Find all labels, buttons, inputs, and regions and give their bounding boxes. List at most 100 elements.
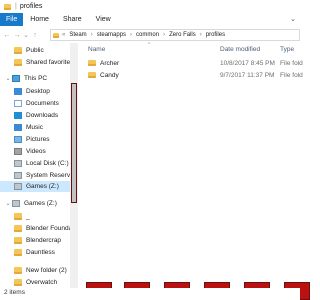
nav-item-underscore[interactable]: _: [14, 211, 30, 222]
up-button[interactable]: ↑: [30, 32, 40, 39]
nav-item-label: This PC: [24, 75, 48, 82]
computer-icon: [12, 75, 20, 82]
nav-item-new-folder-2[interactable]: New folder (2): [14, 265, 67, 276]
nav-item-documents[interactable]: Documents: [14, 98, 59, 109]
pictures-icon: [14, 136, 22, 143]
nav-item-games-z-root[interactable]: ⌄ Games (Z:): [4, 198, 57, 209]
breadcrumb-steam[interactable]: Steam: [69, 32, 86, 38]
chevron-down-icon[interactable]: ⌄: [4, 75, 12, 82]
videos-icon: [14, 148, 22, 155]
nav-item-dauntless[interactable]: Dauntless: [14, 247, 55, 258]
back-button[interactable]: ←: [2, 32, 12, 39]
drive-icon: [14, 160, 22, 167]
folder-icon: [14, 237, 22, 244]
tab-file[interactable]: File: [0, 13, 24, 26]
quick-access-folder-icon[interactable]: [4, 3, 11, 10]
file-list-header: ^ Name Date modified Type: [84, 42, 300, 55]
breadcrumb-steamapps[interactable]: steamapps: [97, 32, 126, 38]
folder-icon: [53, 32, 59, 38]
nav-item-blender-foundation[interactable]: Blender Foundat: [14, 223, 74, 234]
forward-button[interactable]: →: [12, 32, 22, 39]
breadcrumb-separator: ›: [163, 32, 166, 38]
tab-view[interactable]: View: [89, 13, 118, 26]
folder-icon: [14, 249, 22, 256]
tab-home[interactable]: Home: [23, 13, 56, 26]
folder-icon: [14, 213, 22, 220]
file-type: File fold: [280, 59, 303, 67]
navigation-pane: Public Shared favorites ⌄ This PC Deskto…: [0, 43, 78, 288]
file-type: File fold: [280, 71, 303, 79]
nav-item-label: _: [26, 213, 30, 220]
nav-item-public[interactable]: Public: [14, 45, 44, 56]
nav-item-local-disk-c[interactable]: Local Disk (C:): [14, 158, 69, 169]
nav-item-pictures[interactable]: Pictures: [14, 134, 49, 145]
breadcrumb-profiles[interactable]: profiles: [206, 32, 225, 38]
music-icon: [14, 124, 22, 131]
recent-locations-icon[interactable]: ⌄: [22, 31, 30, 39]
scrollbar-thumb[interactable]: [71, 83, 77, 203]
breadcrumb-common[interactable]: common: [136, 32, 159, 38]
address-bar[interactable]: « Steam › steamapps › common › Zero Fall…: [50, 29, 300, 41]
nav-item-label: Public: [26, 47, 44, 54]
nav-item-label: Games (Z:): [26, 183, 59, 190]
folder-icon: [88, 60, 96, 66]
breadcrumb-separator: ›: [130, 32, 133, 38]
nav-item-label: Videos: [26, 148, 46, 155]
file-date: 10/8/2017 8:45 PM: [220, 59, 275, 67]
downloads-icon: [14, 112, 22, 119]
folder-icon: [14, 59, 22, 66]
sort-indicator-icon: ^: [148, 42, 151, 48]
overflow-chevron-icon[interactable]: «: [62, 32, 65, 38]
breadcrumb-zero-falls[interactable]: Zero Falls: [169, 32, 196, 38]
expand-ribbon-icon[interactable]: ⌄: [290, 13, 296, 26]
ribbon-tabs: File Home Share View ⌄: [0, 13, 300, 26]
folder-icon: [14, 267, 22, 274]
nav-item-shared-favorites[interactable]: Shared favorites: [14, 57, 73, 68]
nav-item-downloads[interactable]: Downloads: [14, 110, 58, 121]
file-name: Candy: [100, 71, 119, 79]
window-title: profiles: [19, 3, 43, 10]
chevron-down-icon[interactable]: ⌄: [4, 200, 12, 207]
tab-share[interactable]: Share: [56, 13, 89, 26]
nav-item-this-pc[interactable]: ⌄ This PC: [4, 73, 47, 84]
nav-item-music[interactable]: Music: [14, 122, 43, 133]
desktop-icon: [14, 88, 22, 95]
nav-item-label: Desktop: [26, 88, 50, 95]
nav-item-label: Overwatch: [26, 279, 58, 286]
file-name: Archer: [100, 59, 120, 67]
breadcrumb-separator: ›: [199, 32, 202, 38]
file-date: 9/7/2017 11:37 PM: [220, 71, 275, 79]
navigation-bar: ← → ⌄ ↑ « Steam › steamapps › common › Z…: [0, 28, 300, 42]
file-row[interactable]: Archer 10/8/2017 8:45 PM File fold: [84, 58, 303, 68]
nav-item-videos[interactable]: Videos: [14, 146, 46, 157]
nav-item-label: Documents: [26, 100, 59, 107]
nav-pane-scrollbar[interactable]: [70, 43, 78, 288]
drive-icon: [14, 172, 22, 179]
column-header-date-modified[interactable]: Date modified: [220, 46, 260, 53]
column-header-name[interactable]: Name: [88, 46, 105, 53]
nav-item-label: Games (Z:): [24, 200, 57, 207]
nav-item-label: Music: [26, 124, 43, 131]
nav-item-overwatch[interactable]: Overwatch: [14, 277, 57, 288]
folder-icon: [14, 47, 22, 54]
nav-item-blendercrap[interactable]: Blendercrap: [14, 235, 61, 246]
file-row[interactable]: Candy 9/7/2017 11:37 PM File fold: [84, 70, 303, 80]
nav-item-label: Pictures: [26, 136, 50, 143]
column-header-type[interactable]: Type: [280, 46, 294, 53]
status-bar: 2 items: [0, 288, 300, 300]
nav-item-label: Local Disk (C:): [26, 160, 69, 167]
drive-icon: [12, 200, 20, 207]
nav-item-label: Dauntless: [26, 249, 55, 256]
item-count: 2 items: [4, 289, 25, 296]
folder-icon: [14, 225, 22, 232]
nav-item-label: Downloads: [26, 112, 59, 119]
title-bar: | profiles: [0, 0, 300, 13]
nav-item-system-reserved[interactable]: System Reserved: [14, 170, 77, 181]
folder-icon: [88, 72, 96, 78]
nav-item-label: Blendercrap: [26, 237, 62, 244]
nav-item-games-z[interactable]: Games (Z:): [0, 181, 70, 192]
nav-item-label: Blender Foundat: [26, 225, 75, 232]
folder-icon: [14, 279, 22, 286]
nav-item-desktop[interactable]: Desktop: [14, 86, 50, 97]
drive-icon: [14, 183, 22, 190]
